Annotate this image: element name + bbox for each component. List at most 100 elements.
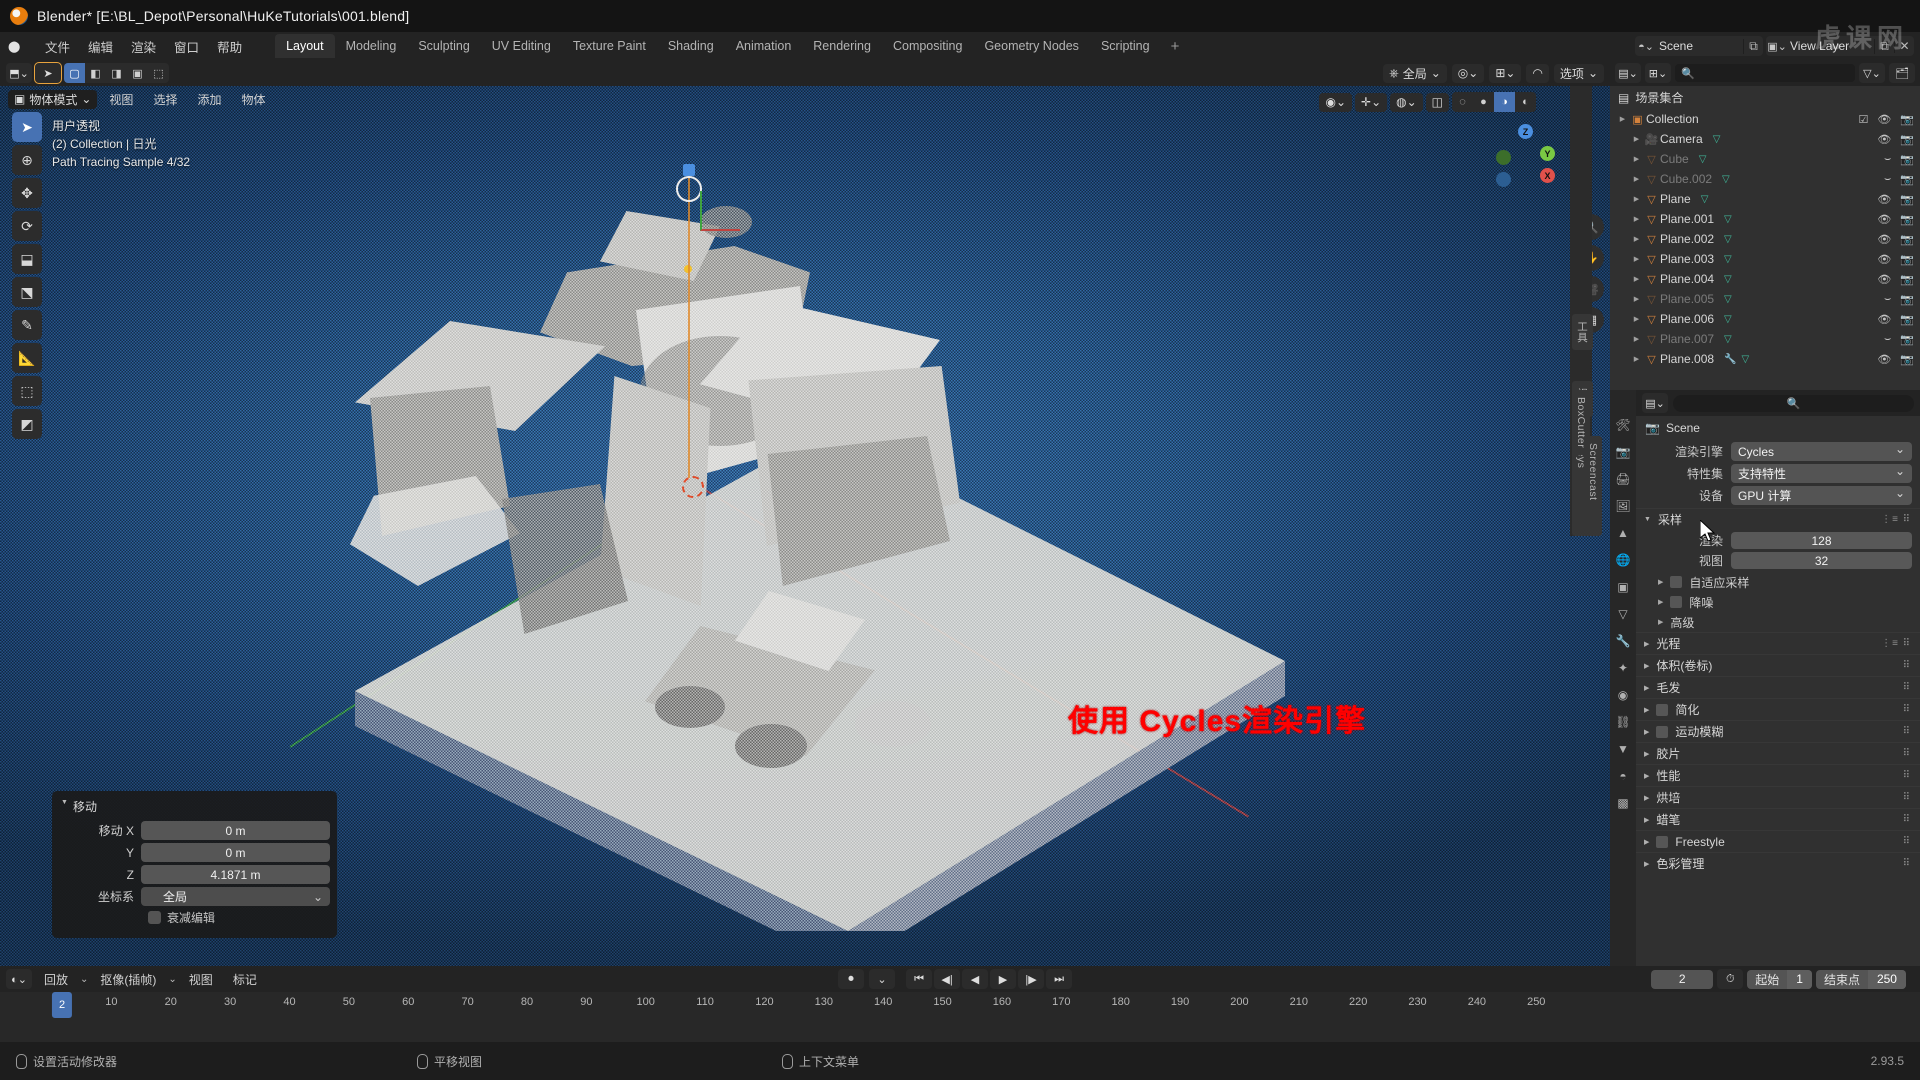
- auto-keying-icon[interactable]: ⏺: [838, 969, 865, 989]
- editor-type-button[interactable]: ⬒⌄: [6, 63, 32, 83]
- properties-editor[interactable]: 🛠 📷 🖨 🖼 ▲ 🌐 ▣ ▽ 🔧 ✦ ◉ ⛓ ▼ ◓ ▩ ▤⌄ 🔍 📷 Sce…: [1610, 390, 1920, 966]
- outliner-row[interactable]: ▶ ▽ Plane.005 ▽ ⌣ 📷: [1610, 289, 1920, 309]
- section-enable-checkbox[interactable]: [1656, 703, 1669, 716]
- viewport-menu-view[interactable]: 视图: [101, 89, 141, 110]
- timeline-menu-marker[interactable]: 标记: [225, 969, 265, 990]
- tab-texture-paint[interactable]: Texture Paint: [562, 34, 657, 58]
- prop-tab-output-icon[interactable]: 🖨: [1615, 472, 1630, 486]
- redo-row-proportional[interactable]: 衰减编辑: [59, 909, 330, 926]
- visibility-eye-icon[interactable]: 👁: [1877, 233, 1891, 246]
- section-handle-dots-icon[interactable]: ⠿: [1903, 682, 1920, 693]
- prop-tab-constraint-icon[interactable]: ⛓: [1615, 715, 1630, 729]
- frame-start-value[interactable]: 1: [1787, 969, 1812, 989]
- select-intersect-icon[interactable]: ⬚: [148, 63, 169, 83]
- tab-sculpting[interactable]: Sculpting: [407, 34, 480, 58]
- outliner-row[interactable]: ▶ ▽ Plane.002 ▽ 👁 📷: [1610, 229, 1920, 249]
- blender-menu-icon[interactable]: [8, 37, 30, 55]
- mesh-data-icon[interactable]: ▽: [1742, 354, 1750, 365]
- prop-tab-texture-icon[interactable]: ▩: [1617, 796, 1628, 810]
- tab-scripting[interactable]: Scripting: [1090, 34, 1161, 58]
- redo-row-y[interactable]: Y 0 m: [59, 843, 330, 862]
- prop-tab-view-layer-icon[interactable]: 🖼: [1615, 499, 1630, 513]
- mesh-data-icon[interactable]: ▽: [1724, 334, 1732, 345]
- proportional-edit-checkbox[interactable]: [148, 911, 161, 924]
- render-camera-icon[interactable]: 📷: [1900, 153, 1914, 166]
- menu-help[interactable]: 帮助: [208, 33, 251, 60]
- expand-triangle-icon[interactable]: ▶: [1630, 275, 1643, 283]
- timeline-playhead[interactable]: 2: [51, 992, 73, 1018]
- tab-shading[interactable]: Shading: [657, 34, 725, 58]
- section-handle-dots-icon[interactable]: ⠿: [1903, 660, 1920, 671]
- render-camera-icon[interactable]: 📷: [1900, 273, 1914, 286]
- render-camera-icon[interactable]: 📷: [1900, 133, 1914, 146]
- prop-tab-world-icon[interactable]: 🌐: [1616, 553, 1631, 567]
- expand-triangle-icon[interactable]: ▶: [1630, 175, 1643, 183]
- section-handle-dots-icon[interactable]: ⠿: [1903, 814, 1920, 825]
- hide-closed-eye-icon[interactable]: ⌣: [1884, 333, 1891, 346]
- timeline-menu-playback[interactable]: 回放: [36, 969, 76, 990]
- interaction-mode-selector[interactable]: ▣ 物体模式 ⌄: [8, 89, 98, 109]
- visibility-eye-icon[interactable]: 👁: [1877, 253, 1891, 266]
- mesh-data-icon[interactable]: ▽: [1722, 174, 1730, 185]
- render-camera-icon[interactable]: 📷: [1900, 213, 1914, 226]
- advanced-row[interactable]: ▶ 高级: [1636, 612, 1920, 632]
- outliner-row[interactable]: ▶ ▽ Plane.001 ▽ 👁 📷: [1610, 209, 1920, 229]
- prop-tab-particles-icon[interactable]: ✦: [1618, 661, 1628, 675]
- prop-tab-physics-icon[interactable]: ◉: [1618, 688, 1628, 702]
- prop-tab-collection-icon[interactable]: ▣: [1617, 580, 1628, 594]
- timeline-menu-view[interactable]: 视图: [181, 969, 221, 990]
- properties-section[interactable]: ▶ Freestyle ⠿: [1636, 830, 1920, 852]
- remove-view-layer-button[interactable]: ✕: [1894, 39, 1914, 53]
- viewport-options-button[interactable]: 选项 ⌄: [1553, 63, 1604, 83]
- expand-triangle-icon[interactable]: ▶: [1630, 255, 1643, 263]
- render-camera-icon[interactable]: 📷: [1900, 113, 1914, 126]
- keying-dropdown-icon[interactable]: ⌄: [869, 969, 896, 989]
- properties-editor-type-icon[interactable]: ▤⌄: [1642, 393, 1668, 413]
- tool-measure-icon[interactable]: 📐: [12, 343, 42, 373]
- visibility-eye-icon[interactable]: 👁: [1877, 133, 1891, 146]
- tool-tweak-icon[interactable]: ➤: [12, 112, 42, 142]
- tweak-tool-button[interactable]: ➤: [34, 62, 62, 84]
- outliner-row[interactable]: ▶ ▣ Collection ☑ 👁 📷: [1610, 109, 1920, 129]
- sidebar-tab-boxcutter-visible[interactable]: BoxCutter: [1572, 390, 1590, 456]
- expand-triangle-icon[interactable]: ▶: [1630, 315, 1643, 323]
- mesh-data-icon[interactable]: ▽: [1724, 214, 1732, 225]
- frame-end-field[interactable]: 结束点 250: [1815, 969, 1906, 989]
- visibility-eye-icon[interactable]: 👁: [1877, 273, 1891, 286]
- properties-section[interactable]: ▶ 蜡笔 ⠿: [1636, 808, 1920, 830]
- scene-selector[interactable]: ◓⌄ Scene ⧉: [1635, 36, 1763, 56]
- select-box-icon[interactable]: ▢: [64, 63, 85, 83]
- outliner-row[interactable]: ▶ ▽ Plane ▽ 👁 📷: [1610, 189, 1920, 209]
- outliner-row[interactable]: ▶ ▽ Plane.006 ▽ 👁 📷: [1610, 309, 1920, 329]
- transform-orientation-selector[interactable]: ⎈ 全局 ⌄: [1383, 63, 1447, 83]
- properties-section[interactable]: ▶ 光程 ⋮≡ ⠿: [1636, 632, 1920, 654]
- mesh-data-icon[interactable]: ▽: [1699, 154, 1707, 165]
- proportional-edit-button[interactable]: ◠: [1526, 63, 1549, 83]
- outliner-scene-collection[interactable]: ▤ 场景集合: [1610, 86, 1920, 109]
- properties-section[interactable]: ▶ 简化 ⠿: [1636, 698, 1920, 720]
- tool-extra-icon[interactable]: ◩: [12, 409, 42, 439]
- new-scene-button[interactable]: ⧉: [1743, 38, 1763, 54]
- snap-magnet-button[interactable]: ⊞⌄: [1489, 63, 1522, 83]
- new-view-layer-button[interactable]: ⧉: [1874, 38, 1894, 54]
- tool-transform-icon[interactable]: ⬔: [12, 277, 42, 307]
- move-gizmo-z-handle[interactable]: [683, 164, 695, 176]
- outliner-row[interactable]: ▶ ▽ Plane.007 ▽ ⌣ 📷: [1610, 329, 1920, 349]
- collection-checkbox[interactable]: ☑: [1858, 113, 1868, 126]
- navigation-gizmo[interactable]: Z Y X: [1492, 124, 1562, 194]
- tool-annotate-icon[interactable]: ✎: [12, 310, 42, 340]
- prop-tab-data-icon[interactable]: ▼: [1617, 742, 1629, 756]
- gizmo-axis-y-neg[interactable]: [1496, 150, 1511, 165]
- properties-section[interactable]: ▶ 胶片 ⠿: [1636, 742, 1920, 764]
- section-handle-dots-icon[interactable]: ⋮≡ ⠿: [1881, 638, 1920, 649]
- redo-panel-title[interactable]: 移动: [59, 796, 330, 821]
- viewport-menu-select[interactable]: 选择: [145, 89, 185, 110]
- tool-move-icon[interactable]: ✥: [12, 178, 42, 208]
- tool-scale-icon[interactable]: ⬓: [12, 244, 42, 274]
- use-preview-range-icon[interactable]: ⏱: [1717, 969, 1744, 989]
- select-extend-icon[interactable]: ◧: [85, 63, 106, 83]
- render-camera-icon[interactable]: 📷: [1900, 313, 1914, 326]
- menu-edit[interactable]: 编辑: [79, 33, 122, 60]
- hide-closed-eye-icon[interactable]: ⌣: [1884, 293, 1891, 306]
- mesh-data-icon[interactable]: ▽: [1701, 194, 1709, 205]
